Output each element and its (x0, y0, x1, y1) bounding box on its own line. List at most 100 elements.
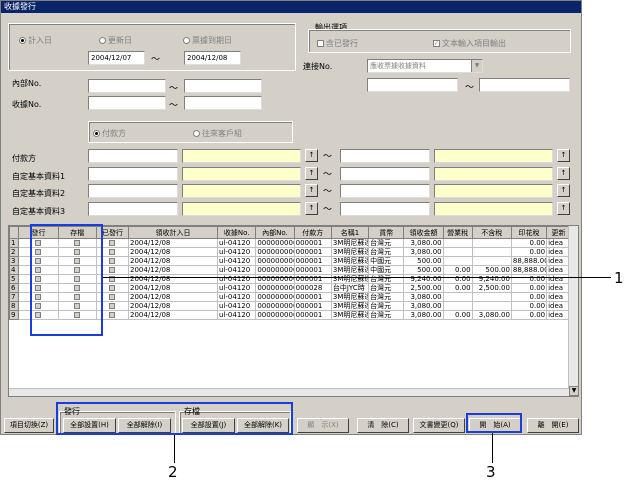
scroll-down-icon[interactable]: ▼ (569, 386, 579, 396)
filter-0-lookup-from-button[interactable]: ↑ (305, 149, 318, 162)
radio-payer[interactable]: 付款方 (93, 128, 126, 139)
filter-0-code-to[interactable] (340, 149, 430, 163)
connect-label: 連接No. (303, 62, 333, 71)
internal-no-to[interactable] (184, 79, 262, 93)
cell-payer: 000001 (293, 274, 332, 284)
cell-internal-no: 0000000000 (255, 274, 295, 284)
col-name[interactable]: 名稱1 (330, 226, 370, 239)
callout-line-2 (174, 435, 175, 463)
filter-0-lookup-to-button[interactable]: ↑ (557, 149, 570, 162)
highlight-start-button (466, 413, 522, 433)
internal-no-from[interactable] (88, 79, 166, 93)
chevron-down-icon[interactable]: ▼ (471, 60, 482, 72)
col-date[interactable]: 領收計入日 (128, 226, 219, 239)
date-to-input[interactable]: 2004/12/08 (184, 51, 241, 65)
col-receipt-no[interactable]: 收據No. (217, 226, 257, 239)
filter-1-code-to[interactable] (340, 167, 430, 181)
filter-1-lookup-to-button[interactable]: ↑ (557, 167, 570, 180)
cell-currency: 中國元 (368, 256, 405, 266)
cell-internal-no: 0000000000 (255, 256, 295, 266)
payer-label: 付款方 (12, 154, 36, 163)
clear-button[interactable]: 清 除(C) (357, 418, 409, 433)
cell-internal-no: 0000000000 (255, 310, 295, 320)
cell-name: 3M明尼蘇達 (330, 310, 370, 320)
radio-due-date[interactable]: 票據到期日 (183, 35, 232, 46)
cell-date: 2004/12/08 (128, 256, 219, 266)
receipt-no-to[interactable] (184, 96, 262, 110)
cell-net: 9,240.00 (471, 274, 512, 284)
col-net[interactable]: 不含稅 (471, 226, 512, 239)
cell-amount: 3,080.00 (403, 292, 444, 302)
issued-checkbox-box[interactable] (109, 312, 116, 318)
doc-change-button[interactable]: 文書變更(Q) (413, 418, 465, 433)
switch-items-button[interactable]: 項目切換(Z) (4, 418, 54, 433)
col-internal-no[interactable]: 內部No. (255, 226, 295, 239)
filter-2-code-from[interactable] (88, 184, 178, 198)
vertical-scrollbar[interactable]: ▼ (568, 226, 579, 396)
filter-2-lookup-to-button[interactable]: ↑ (557, 184, 570, 197)
col-tax[interactable]: 營業稅 (442, 226, 473, 239)
issued-checkbox-box[interactable] (109, 249, 116, 255)
highlight-set-clear-buttons (56, 402, 293, 435)
filter-1-code-from[interactable] (88, 167, 178, 181)
filter-2-lookup-from-button[interactable]: ↑ (305, 184, 318, 197)
cell-receipt-no: ul-04120 (217, 301, 257, 311)
cell-tax: 0.00 (442, 265, 473, 275)
connect-select[interactable]: 應收票據收據資料 ▼ (367, 59, 483, 73)
cell-stamp: 88,888.00 (510, 256, 548, 266)
filter-3-code-from[interactable] (88, 202, 178, 216)
issued-checkbox-box[interactable] (109, 303, 116, 309)
tilde: ～ (323, 187, 333, 197)
cell-net: 2,500.00 (471, 283, 512, 293)
cell-internal-no: 0000000000 (255, 292, 295, 302)
filter-0-code-from[interactable] (88, 149, 178, 163)
radio-client-group[interactable]: 往來客戶組 (193, 128, 242, 139)
cell-payer: 000001 (293, 238, 332, 248)
col-currency[interactable]: 貨幣 (368, 226, 405, 239)
cell-net (471, 301, 512, 311)
filter-2-code-to[interactable] (340, 184, 430, 198)
radio-entry-date[interactable]: 計入日 (19, 35, 52, 46)
connect-from[interactable] (367, 78, 458, 92)
cell-net: 500.00 (471, 265, 512, 275)
issued-checkbox-box[interactable] (109, 294, 116, 300)
close-button[interactable]: 離 開(E) (527, 418, 579, 433)
radio-update-date[interactable]: 更新日 (99, 35, 132, 46)
col-stamp[interactable]: 印花稅 (510, 226, 548, 239)
connect-to[interactable] (479, 78, 570, 92)
cell-currency: 台灣元 (368, 247, 405, 257)
cell-tax (442, 301, 473, 311)
horizontal-scrollbar[interactable] (9, 388, 569, 396)
filter-3-code-to[interactable] (340, 202, 430, 216)
col-payer[interactable]: 付款方 (293, 226, 332, 239)
filter-0-name-from (182, 149, 301, 163)
cell-update: idea (546, 283, 571, 293)
issued-checkbox-box[interactable] (109, 258, 116, 264)
filter-2-name-to (434, 184, 553, 198)
date-from-input[interactable]: 2004/12/07 (88, 51, 145, 65)
cell-currency: 台灣元 (368, 310, 405, 320)
cell-receipt-no: ul-04120 (217, 247, 257, 257)
print-doc-input-checkbox[interactable]: ✓ 文本輸入項目輸出 (433, 38, 506, 49)
filter-3-lookup-from-button[interactable]: ↑ (305, 202, 318, 215)
cell-tax: 0.00 (442, 283, 473, 293)
cell-tax: 0.00 (442, 310, 473, 320)
row-number: 2 (8, 247, 20, 257)
issued-checkbox-box[interactable] (109, 240, 116, 246)
cell-net: 3,080.00 (471, 310, 512, 320)
filter-3-lookup-to-button[interactable]: ↑ (557, 202, 570, 215)
display-button[interactable]: 顯 示(X) (297, 418, 349, 433)
issued-checkbox-box[interactable] (109, 285, 116, 291)
cell-update: idea (546, 274, 571, 284)
cell-currency: 台灣元 (368, 274, 405, 284)
cell-stamp: 0.00 (510, 274, 548, 284)
filter-1-lookup-from-button[interactable]: ↑ (305, 167, 318, 180)
receipt-no-from[interactable] (88, 96, 166, 110)
internal-no-label: 內部No. (12, 79, 42, 88)
col-amount[interactable]: 領收金額 (403, 226, 444, 239)
include-issued-checkbox[interactable]: 含已發行 (317, 38, 358, 49)
issued-checkbox-box[interactable] (109, 267, 116, 273)
grid-corner (8, 226, 20, 239)
col-update[interactable]: 更新 (546, 226, 571, 239)
row-number: 3 (8, 256, 20, 266)
